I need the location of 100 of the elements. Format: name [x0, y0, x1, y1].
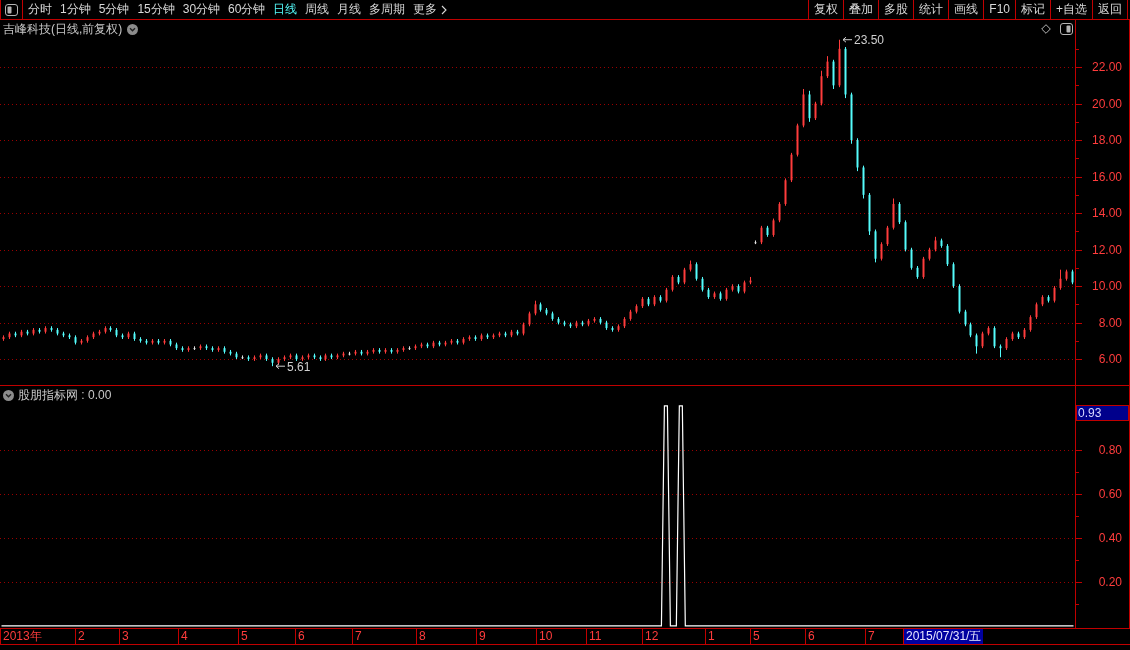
time-axis-label: 2 [75, 629, 85, 644]
candle [438, 340, 441, 347]
candle [958, 283, 961, 314]
period-tab[interactable]: 月线 [333, 0, 366, 19]
candle [1059, 269, 1062, 291]
value-tag: 0.93 [1076, 405, 1129, 421]
candle [695, 261, 698, 282]
toolbar-button[interactable]: 返回 [1092, 0, 1128, 19]
candle [175, 342, 178, 351]
candle [904, 219, 907, 252]
candle [62, 331, 65, 338]
candle [1035, 302, 1038, 320]
period-tab[interactable]: 更多 [409, 0, 452, 19]
panel-toggle-button[interactable] [0, 0, 23, 19]
candle [342, 351, 345, 358]
candle [56, 327, 59, 336]
candle [193, 345, 196, 351]
candle [754, 239, 757, 245]
candle [271, 356, 274, 367]
candle [253, 354, 256, 362]
axis-label: 10.00 [1091, 279, 1122, 294]
time-axis-label: 7 [865, 629, 875, 644]
candle [301, 354, 304, 362]
candle [32, 327, 35, 336]
candle [92, 331, 95, 340]
toolbar-button[interactable]: 画线 [948, 0, 984, 19]
candle [731, 283, 734, 293]
candle [38, 327, 41, 335]
time-axis-label: 3 [119, 629, 129, 644]
period-tab[interactable]: 30分钟 [178, 0, 225, 19]
candle [265, 353, 268, 362]
candle [635, 303, 638, 314]
candle [581, 320, 584, 327]
period-tab[interactable]: 分时 [24, 0, 56, 19]
candle [1029, 314, 1032, 333]
time-axis-label: 2013年 [0, 629, 42, 644]
panel-icon[interactable] [5, 3, 18, 16]
candle [701, 276, 704, 293]
candle [80, 338, 83, 345]
time-axis-label: 5 [750, 629, 760, 644]
period-tab[interactable]: 1分钟 [56, 0, 95, 19]
arrow-left-icon [842, 36, 853, 43]
candle [1023, 327, 1026, 340]
candle [737, 283, 740, 294]
toolbar-button[interactable]: +自选 [1050, 0, 1092, 19]
time-axis-label: 5 [238, 629, 248, 644]
candle [163, 338, 166, 345]
diamond-icon[interactable] [1041, 24, 1051, 34]
panel-icon[interactable] [1060, 23, 1073, 35]
candle [307, 353, 310, 360]
candle [1005, 336, 1008, 351]
toolbar-button[interactable]: F10 [983, 0, 1015, 19]
candle [641, 296, 644, 309]
period-tab[interactable]: 多周期 [365, 0, 410, 19]
chevron-right-icon [441, 4, 448, 15]
candle [689, 260, 692, 272]
chevron-down-icon[interactable] [127, 23, 139, 35]
candle [348, 351, 351, 356]
toolbar-button[interactable]: 多股 [878, 0, 914, 19]
candle [372, 347, 375, 355]
candle [886, 225, 889, 247]
candle [510, 329, 513, 338]
candle [20, 329, 23, 338]
candle [145, 338, 148, 345]
candle [587, 318, 590, 327]
candle [98, 329, 101, 336]
time-axis-label: 6 [805, 629, 815, 644]
candle [109, 325, 112, 333]
candle [868, 192, 871, 236]
candle [844, 46, 847, 99]
period-tab[interactable]: 日线 [269, 0, 302, 19]
candle [384, 347, 387, 355]
candle [946, 243, 949, 267]
candle [468, 334, 471, 342]
candle [928, 247, 931, 262]
toolbar-button[interactable]: 统计 [913, 0, 949, 19]
chevron-down-icon[interactable] [3, 389, 14, 401]
candle [378, 347, 381, 355]
axis-label: 12.00 [1091, 242, 1122, 257]
candle [354, 349, 357, 356]
period-tab[interactable]: 5分钟 [94, 0, 134, 19]
period-tab[interactable]: 15分钟 [133, 0, 179, 19]
period-tab[interactable]: 周线 [301, 0, 334, 19]
candle [611, 325, 614, 333]
cursor-date-label: 2015/07/31/五 [903, 629, 984, 644]
candle [677, 274, 680, 285]
candle [151, 338, 154, 345]
toolbar-button[interactable]: 标记 [1015, 0, 1050, 19]
candle [181, 345, 184, 353]
toolbar-button[interactable]: 复权 [808, 0, 844, 19]
period-tab[interactable]: 60分钟 [224, 0, 270, 19]
candle [199, 344, 202, 351]
candle [121, 333, 124, 340]
candle [599, 316, 602, 325]
candle [2, 334, 5, 342]
candle [44, 325, 47, 335]
candle [295, 353, 298, 362]
candle [647, 296, 650, 307]
candle [426, 342, 429, 349]
toolbar-button[interactable]: 叠加 [843, 0, 879, 19]
